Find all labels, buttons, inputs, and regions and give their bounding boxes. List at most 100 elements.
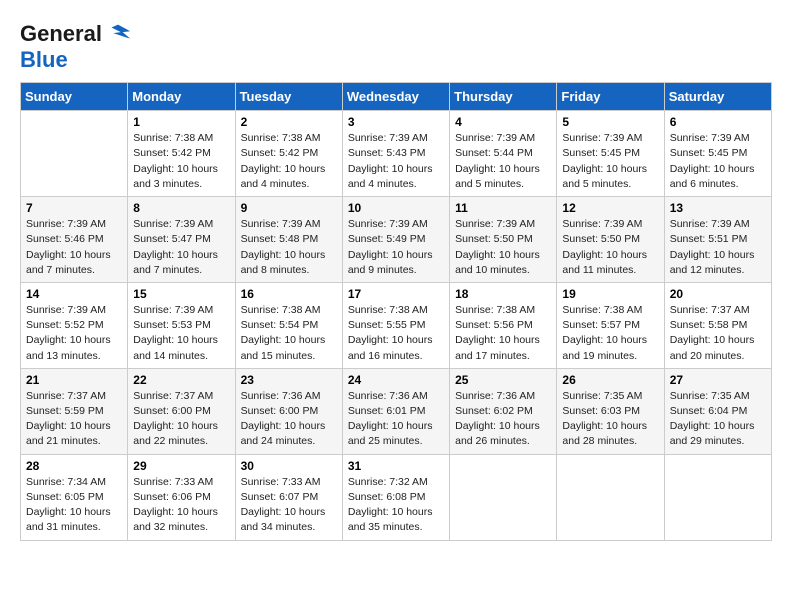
col-header-thursday: Thursday — [450, 83, 557, 111]
calendar-header-row: SundayMondayTuesdayWednesdayThursdayFrid… — [21, 83, 772, 111]
calendar-cell: 31 Sunrise: 7:32 AM Sunset: 6:08 PM Dayli… — [342, 454, 449, 540]
calendar-cell: 23 Sunrise: 7:36 AM Sunset: 6:00 PM Dayli… — [235, 368, 342, 454]
calendar-cell: 2Sunrise: 7:38 AM Sunset: 5:42 PM Daylig… — [235, 111, 342, 197]
day-number: 17 — [348, 287, 444, 301]
page-header: General Blue — [20, 20, 772, 72]
calendar-week-row: 21 Sunrise: 7:37 AM Sunset: 5:59 PM Dayli… — [21, 368, 772, 454]
day-info: Sunrise: 7:39 AM Sunset: 5:44 PM Dayligh… — [455, 131, 551, 192]
calendar-cell: 24 Sunrise: 7:36 AM Sunset: 6:01 PM Dayli… — [342, 368, 449, 454]
day-number: 6 — [670, 115, 766, 129]
day-number: 2 — [241, 115, 337, 129]
day-number: 24 — [348, 373, 444, 387]
calendar-cell: 30 Sunrise: 7:33 AM Sunset: 6:07 PM Dayli… — [235, 454, 342, 540]
logo-general: General — [20, 21, 102, 46]
calendar-cell: 5 Sunrise: 7:39 AM Sunset: 5:45 PM Daylig… — [557, 111, 664, 197]
day-number: 1 — [133, 115, 229, 129]
calendar-cell: 8Sunrise: 7:39 AM Sunset: 5:47 PM Daylig… — [128, 197, 235, 283]
calendar-cell: 27 Sunrise: 7:35 AM Sunset: 6:04 PM Dayli… — [664, 368, 771, 454]
day-info: Sunrise: 7:35 AM Sunset: 6:04 PM Dayligh… — [670, 389, 766, 450]
day-info: Sunrise: 7:38 AM Sunset: 5:55 PM Dayligh… — [348, 303, 444, 364]
day-number: 4 — [455, 115, 551, 129]
calendar-cell: 1Sunrise: 7:38 AM Sunset: 5:42 PM Daylig… — [128, 111, 235, 197]
calendar-week-row: 7 Sunrise: 7:39 AM Sunset: 5:46 PM Daylig… — [21, 197, 772, 283]
day-info: Sunrise: 7:38 AM Sunset: 5:57 PM Dayligh… — [562, 303, 658, 364]
col-header-monday: Monday — [128, 83, 235, 111]
calendar-cell: 18 Sunrise: 7:38 AM Sunset: 5:56 PM Dayli… — [450, 282, 557, 368]
day-info: Sunrise: 7:33 AM Sunset: 6:07 PM Dayligh… — [241, 475, 337, 536]
col-header-wednesday: Wednesday — [342, 83, 449, 111]
calendar-week-row: 1Sunrise: 7:38 AM Sunset: 5:42 PM Daylig… — [21, 111, 772, 197]
day-info: Sunrise: 7:39 AM Sunset: 5:47 PM Dayligh… — [133, 217, 229, 278]
day-number: 18 — [455, 287, 551, 301]
calendar-cell: 16Sunrise: 7:38 AM Sunset: 5:54 PM Dayli… — [235, 282, 342, 368]
calendar-cell: 13 Sunrise: 7:39 AM Sunset: 5:51 PM Dayli… — [664, 197, 771, 283]
day-info: Sunrise: 7:35 AM Sunset: 6:03 PM Dayligh… — [562, 389, 658, 450]
calendar-cell: 29 Sunrise: 7:33 AM Sunset: 6:06 PM Dayli… — [128, 454, 235, 540]
day-info: Sunrise: 7:37 AM Sunset: 5:58 PM Dayligh… — [670, 303, 766, 364]
day-info: Sunrise: 7:39 AM Sunset: 5:43 PM Dayligh… — [348, 131, 444, 192]
calendar-cell: 25 Sunrise: 7:36 AM Sunset: 6:02 PM Dayli… — [450, 368, 557, 454]
calendar-cell: 26 Sunrise: 7:35 AM Sunset: 6:03 PM Dayli… — [557, 368, 664, 454]
day-number: 16 — [241, 287, 337, 301]
day-number: 13 — [670, 201, 766, 215]
calendar-cell: 21 Sunrise: 7:37 AM Sunset: 5:59 PM Dayli… — [21, 368, 128, 454]
day-info: Sunrise: 7:33 AM Sunset: 6:06 PM Dayligh… — [133, 475, 229, 536]
day-info: Sunrise: 7:37 AM Sunset: 5:59 PM Dayligh… — [26, 389, 122, 450]
calendar-cell: 20 Sunrise: 7:37 AM Sunset: 5:58 PM Dayli… — [664, 282, 771, 368]
day-number: 20 — [670, 287, 766, 301]
day-number: 10 — [348, 201, 444, 215]
day-info: Sunrise: 7:39 AM Sunset: 5:45 PM Dayligh… — [562, 131, 658, 192]
day-number: 28 — [26, 459, 122, 473]
day-info: Sunrise: 7:39 AM Sunset: 5:48 PM Dayligh… — [241, 217, 337, 278]
col-header-friday: Friday — [557, 83, 664, 111]
logo-bird-icon — [104, 20, 132, 48]
day-info: Sunrise: 7:39 AM Sunset: 5:49 PM Dayligh… — [348, 217, 444, 278]
calendar-cell: 28Sunrise: 7:34 AM Sunset: 6:05 PM Dayli… — [21, 454, 128, 540]
calendar-cell: 17 Sunrise: 7:38 AM Sunset: 5:55 PM Dayli… — [342, 282, 449, 368]
day-number: 25 — [455, 373, 551, 387]
calendar-cell — [664, 454, 771, 540]
calendar-cell: 11Sunrise: 7:39 AM Sunset: 5:50 PM Dayli… — [450, 197, 557, 283]
calendar-cell: 19 Sunrise: 7:38 AM Sunset: 5:57 PM Dayli… — [557, 282, 664, 368]
day-number: 30 — [241, 459, 337, 473]
day-number: 26 — [562, 373, 658, 387]
day-number: 14 — [26, 287, 122, 301]
day-info: Sunrise: 7:32 AM Sunset: 6:08 PM Dayligh… — [348, 475, 444, 536]
day-number: 29 — [133, 459, 229, 473]
day-number: 23 — [241, 373, 337, 387]
calendar-week-row: 14 Sunrise: 7:39 AM Sunset: 5:52 PM Dayli… — [21, 282, 772, 368]
day-info: Sunrise: 7:36 AM Sunset: 6:01 PM Dayligh… — [348, 389, 444, 450]
day-info: Sunrise: 7:39 AM Sunset: 5:46 PM Dayligh… — [26, 217, 122, 278]
col-header-tuesday: Tuesday — [235, 83, 342, 111]
day-info: Sunrise: 7:39 AM Sunset: 5:45 PM Dayligh… — [670, 131, 766, 192]
day-info: Sunrise: 7:36 AM Sunset: 6:02 PM Dayligh… — [455, 389, 551, 450]
calendar-cell: 10 Sunrise: 7:39 AM Sunset: 5:49 PM Dayli… — [342, 197, 449, 283]
calendar-cell: 3 Sunrise: 7:39 AM Sunset: 5:43 PM Daylig… — [342, 111, 449, 197]
calendar-cell: 22 Sunrise: 7:37 AM Sunset: 6:00 PM Dayli… — [128, 368, 235, 454]
calendar-cell — [21, 111, 128, 197]
day-info: Sunrise: 7:39 AM Sunset: 5:52 PM Dayligh… — [26, 303, 122, 364]
day-info: Sunrise: 7:38 AM Sunset: 5:56 PM Dayligh… — [455, 303, 551, 364]
calendar-cell — [557, 454, 664, 540]
day-number: 31 — [348, 459, 444, 473]
calendar-cell: 12Sunrise: 7:39 AM Sunset: 5:50 PM Dayli… — [557, 197, 664, 283]
day-info: Sunrise: 7:39 AM Sunset: 5:50 PM Dayligh… — [562, 217, 658, 278]
day-info: Sunrise: 7:39 AM Sunset: 5:51 PM Dayligh… — [670, 217, 766, 278]
day-number: 7 — [26, 201, 122, 215]
calendar-cell: 4 Sunrise: 7:39 AM Sunset: 5:44 PM Daylig… — [450, 111, 557, 197]
calendar-cell: 7 Sunrise: 7:39 AM Sunset: 5:46 PM Daylig… — [21, 197, 128, 283]
day-info: Sunrise: 7:36 AM Sunset: 6:00 PM Dayligh… — [241, 389, 337, 450]
day-info: Sunrise: 7:37 AM Sunset: 6:00 PM Dayligh… — [133, 389, 229, 450]
day-number: 19 — [562, 287, 658, 301]
day-number: 21 — [26, 373, 122, 387]
day-number: 9 — [241, 201, 337, 215]
calendar-table: SundayMondayTuesdayWednesdayThursdayFrid… — [20, 82, 772, 540]
calendar-cell: 9 Sunrise: 7:39 AM Sunset: 5:48 PM Daylig… — [235, 197, 342, 283]
day-number: 27 — [670, 373, 766, 387]
col-header-sunday: Sunday — [21, 83, 128, 111]
logo-blue-text: Blue — [20, 48, 132, 72]
day-number: 3 — [348, 115, 444, 129]
calendar-cell — [450, 454, 557, 540]
day-number: 5 — [562, 115, 658, 129]
day-number: 22 — [133, 373, 229, 387]
